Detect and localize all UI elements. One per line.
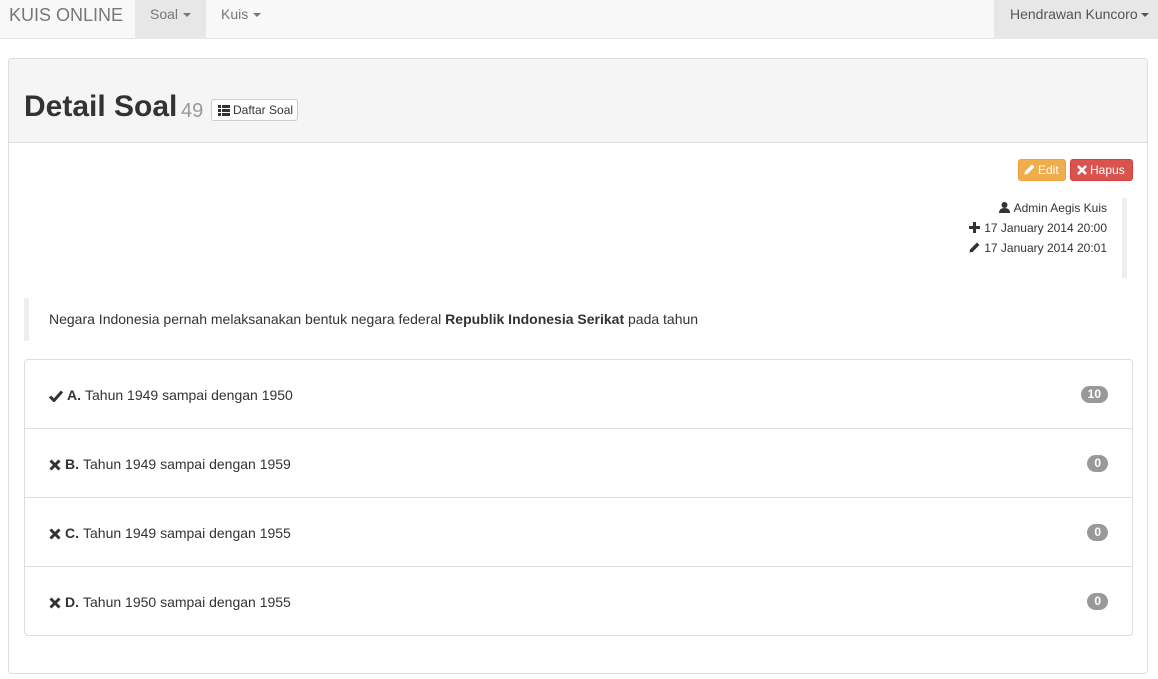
option-letter: B.	[65, 456, 79, 472]
nav-menu-kuis[interactable]: Kuis	[206, 0, 276, 38]
user-menu[interactable]: Hendrawan Kuncoro	[994, 0, 1158, 38]
answer-options-list: A. Tahun 1949 sampai dengan 1950 10 B. Tah…	[24, 359, 1133, 636]
answer-count-badge: 10	[1080, 386, 1108, 403]
close-icon	[49, 459, 61, 471]
meta-updated: 17 January 2014 20:01	[827, 238, 1107, 258]
option-letter: A.	[67, 387, 81, 403]
check-icon	[48, 390, 64, 403]
meta-created-date: 17 January 2014 20:00	[984, 221, 1107, 235]
caret-down-icon	[1140, 13, 1149, 18]
answer-option-a[interactable]: A. Tahun 1949 sampai dengan 1950 10	[24, 359, 1133, 429]
meta-author: Admin Aegis Kuis	[827, 198, 1107, 218]
delete-button[interactable]: Hapus	[1070, 159, 1133, 181]
delete-label: Hapus	[1090, 163, 1125, 177]
option-letter: D.	[65, 594, 79, 610]
close-icon	[49, 528, 61, 540]
nav-menu-kuis-label: Kuis	[221, 6, 249, 22]
caret-down-icon	[253, 13, 262, 18]
nav-menu-soal-label: Soal	[150, 6, 179, 22]
answer-count-badge: 0	[1087, 593, 1108, 610]
option-text: Tahun 1950 sampai dengan 1955	[83, 594, 291, 610]
meta-created: 17 January 2014 20:00	[827, 218, 1107, 238]
edit-label: Edit	[1038, 163, 1059, 177]
meta-author-name: Admin Aegis Kuis	[1013, 201, 1107, 215]
answer-option-d[interactable]: D. Tahun 1950 sampai dengan 1955 0	[24, 566, 1133, 636]
question-text-start: Negara Indonesia pernah melaksanakan ben…	[49, 311, 446, 327]
list-icon	[218, 105, 230, 116]
close-icon	[1077, 165, 1087, 175]
brand-logo[interactable]: KUIS ONLINE	[9, 5, 123, 25]
page-title: Detail Soal	[24, 90, 178, 123]
answer-option-b[interactable]: B. Tahun 1949 sampai dengan 1959 0	[24, 428, 1133, 498]
option-text: Tahun 1949 sampai dengan 1950	[85, 387, 293, 403]
panel-heading: Detail Soal 49 Daftar Soal	[9, 59, 1147, 143]
pencil-icon	[1024, 164, 1035, 175]
user-icon	[998, 202, 1010, 213]
pencil-icon	[969, 242, 980, 253]
edit-button[interactable]: Edit	[1018, 159, 1066, 181]
caret-down-icon	[183, 13, 192, 18]
option-letter: C.	[65, 525, 79, 541]
meta-updated-date: 17 January 2014 20:01	[984, 241, 1107, 255]
navbar: KUIS ONLINE Soal Kuis Hendrawan Kuncoro	[0, 0, 1158, 39]
question-text-end: pada tahun	[624, 311, 699, 327]
answer-count-badge: 0	[1087, 455, 1108, 472]
question-list-button[interactable]: Daftar Soal	[211, 99, 298, 121]
answer-count-badge: 0	[1087, 524, 1108, 541]
question-meta: Admin Aegis Kuis 17 January 2014 20:00 1…	[827, 198, 1127, 278]
question-detail-panel: Detail Soal 49 Daftar Soal Edit Hapus Ad…	[8, 58, 1148, 674]
option-text: Tahun 1949 sampai dengan 1959	[83, 456, 291, 472]
question-id: 49	[181, 100, 204, 122]
option-text: Tahun 1949 sampai dengan 1955	[83, 525, 291, 541]
question-text-bold: Republik Indonesia Serikat	[445, 311, 625, 327]
user-name: Hendrawan Kuncoro	[1010, 6, 1138, 22]
answer-option-c[interactable]: C. Tahun 1949 sampai dengan 1955 0	[24, 497, 1133, 567]
question-list-label: Daftar Soal	[233, 103, 294, 117]
close-icon	[49, 597, 61, 609]
nav-menu-soal[interactable]: Soal	[135, 0, 206, 38]
plus-icon	[969, 222, 981, 233]
question-text: Negara Indonesia pernah melaksanakan ben…	[24, 298, 1132, 341]
